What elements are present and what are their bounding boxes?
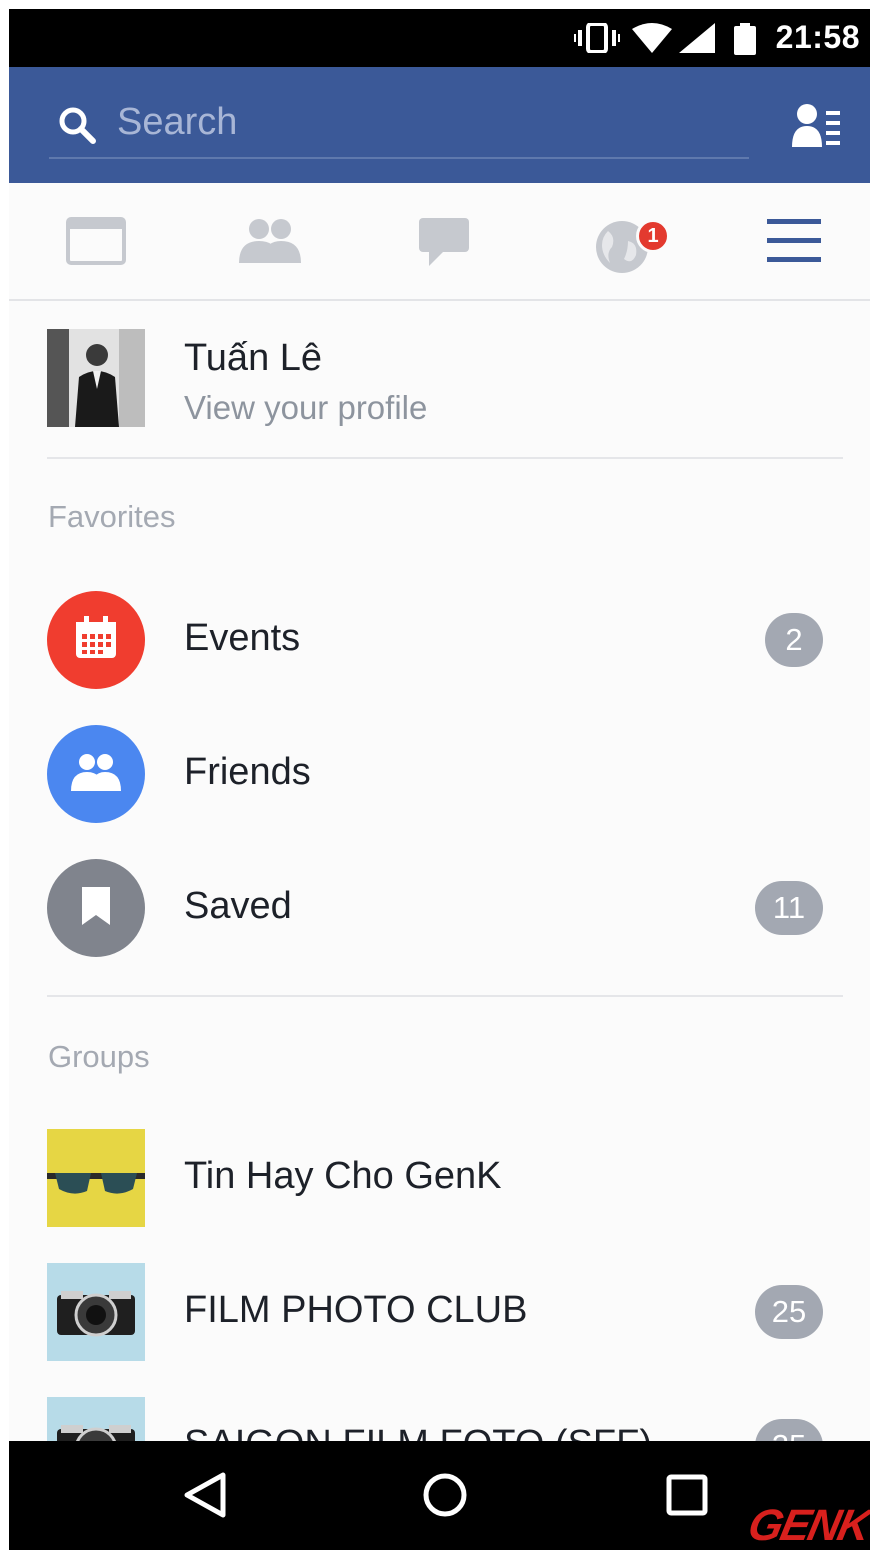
count-badge: 25 xyxy=(755,1285,823,1339)
wifi-icon xyxy=(632,23,672,58)
tab-bar: 1 xyxy=(9,183,870,301)
group-thumbnail xyxy=(47,1263,145,1361)
vibrate-icon xyxy=(574,22,620,58)
divider xyxy=(47,995,843,997)
friends-icon xyxy=(71,753,121,796)
avatar xyxy=(47,329,145,427)
back-button[interactable] xyxy=(173,1465,237,1529)
status-bar: 21:58 xyxy=(9,9,870,67)
tab-messages[interactable] xyxy=(399,205,489,281)
watermark-logo: GENK xyxy=(743,1501,870,1550)
app-bar: Search xyxy=(9,67,870,183)
bookmark-icon xyxy=(82,886,110,930)
group-item[interactable]: FILM PHOTO CLUB 25 xyxy=(9,1251,870,1371)
phone-screen: 21:58 Search 1 Tuấn Lê View your profile… xyxy=(9,9,870,1550)
notification-badge: 1 xyxy=(636,219,670,253)
view-profile-link[interactable]: View your profile xyxy=(184,389,427,427)
hamburger-menu-icon xyxy=(767,218,821,268)
sunglasses-icon xyxy=(47,1129,145,1227)
menu-item-saved[interactable]: Saved 11 xyxy=(9,847,870,967)
menu-item-friends[interactable]: Friends xyxy=(9,713,870,833)
signal-icon xyxy=(679,23,715,58)
friends-icon-circle xyxy=(47,725,145,823)
menu-item-label: Friends xyxy=(184,751,311,793)
tab-friend-requests[interactable] xyxy=(225,205,315,281)
friends-icon xyxy=(239,217,301,270)
battery-icon xyxy=(734,23,756,60)
group-thumbnail xyxy=(47,1129,145,1227)
globe-icon: 1 xyxy=(594,219,670,275)
count-badge: 2 xyxy=(765,613,823,667)
profile-name: Tuấn Lê xyxy=(184,337,323,379)
tab-news-feed[interactable] xyxy=(51,205,141,281)
group-item[interactable]: Tin Hay Cho GenK xyxy=(9,1117,870,1237)
events-icon-circle xyxy=(47,591,145,689)
recents-button[interactable] xyxy=(655,1465,719,1529)
camera-icon xyxy=(47,1263,145,1361)
friend-requests-icon[interactable] xyxy=(792,103,842,152)
recents-icon xyxy=(665,1473,709,1522)
tab-more[interactable] xyxy=(749,205,839,281)
group-name: Tin Hay Cho GenK xyxy=(184,1155,502,1197)
home-icon xyxy=(421,1471,469,1524)
profile-row[interactable]: Tuấn Lê View your profile xyxy=(9,301,870,459)
back-icon xyxy=(183,1471,227,1524)
navigation-bar: GENK xyxy=(9,1441,870,1550)
divider xyxy=(47,457,843,459)
chat-bubble-icon xyxy=(417,216,471,271)
groups-header: Groups xyxy=(48,1039,150,1074)
group-name: FILM PHOTO CLUB xyxy=(184,1289,528,1331)
calendar-icon xyxy=(74,615,118,665)
home-button[interactable] xyxy=(413,1465,477,1529)
tab-notifications[interactable]: 1 xyxy=(577,205,670,281)
news-feed-icon xyxy=(66,216,126,270)
menu-item-label: Events xyxy=(184,617,301,659)
favorites-header: Favorites xyxy=(48,499,176,534)
search-icon xyxy=(57,105,97,150)
menu-item-label: Saved xyxy=(184,885,292,927)
search-placeholder: Search xyxy=(117,101,238,143)
search-input[interactable]: Search xyxy=(49,95,749,159)
count-badge: 11 xyxy=(755,881,823,935)
menu-item-events[interactable]: Events 2 xyxy=(9,579,870,699)
status-clock: 21:58 xyxy=(775,19,860,55)
saved-icon-circle xyxy=(47,859,145,957)
